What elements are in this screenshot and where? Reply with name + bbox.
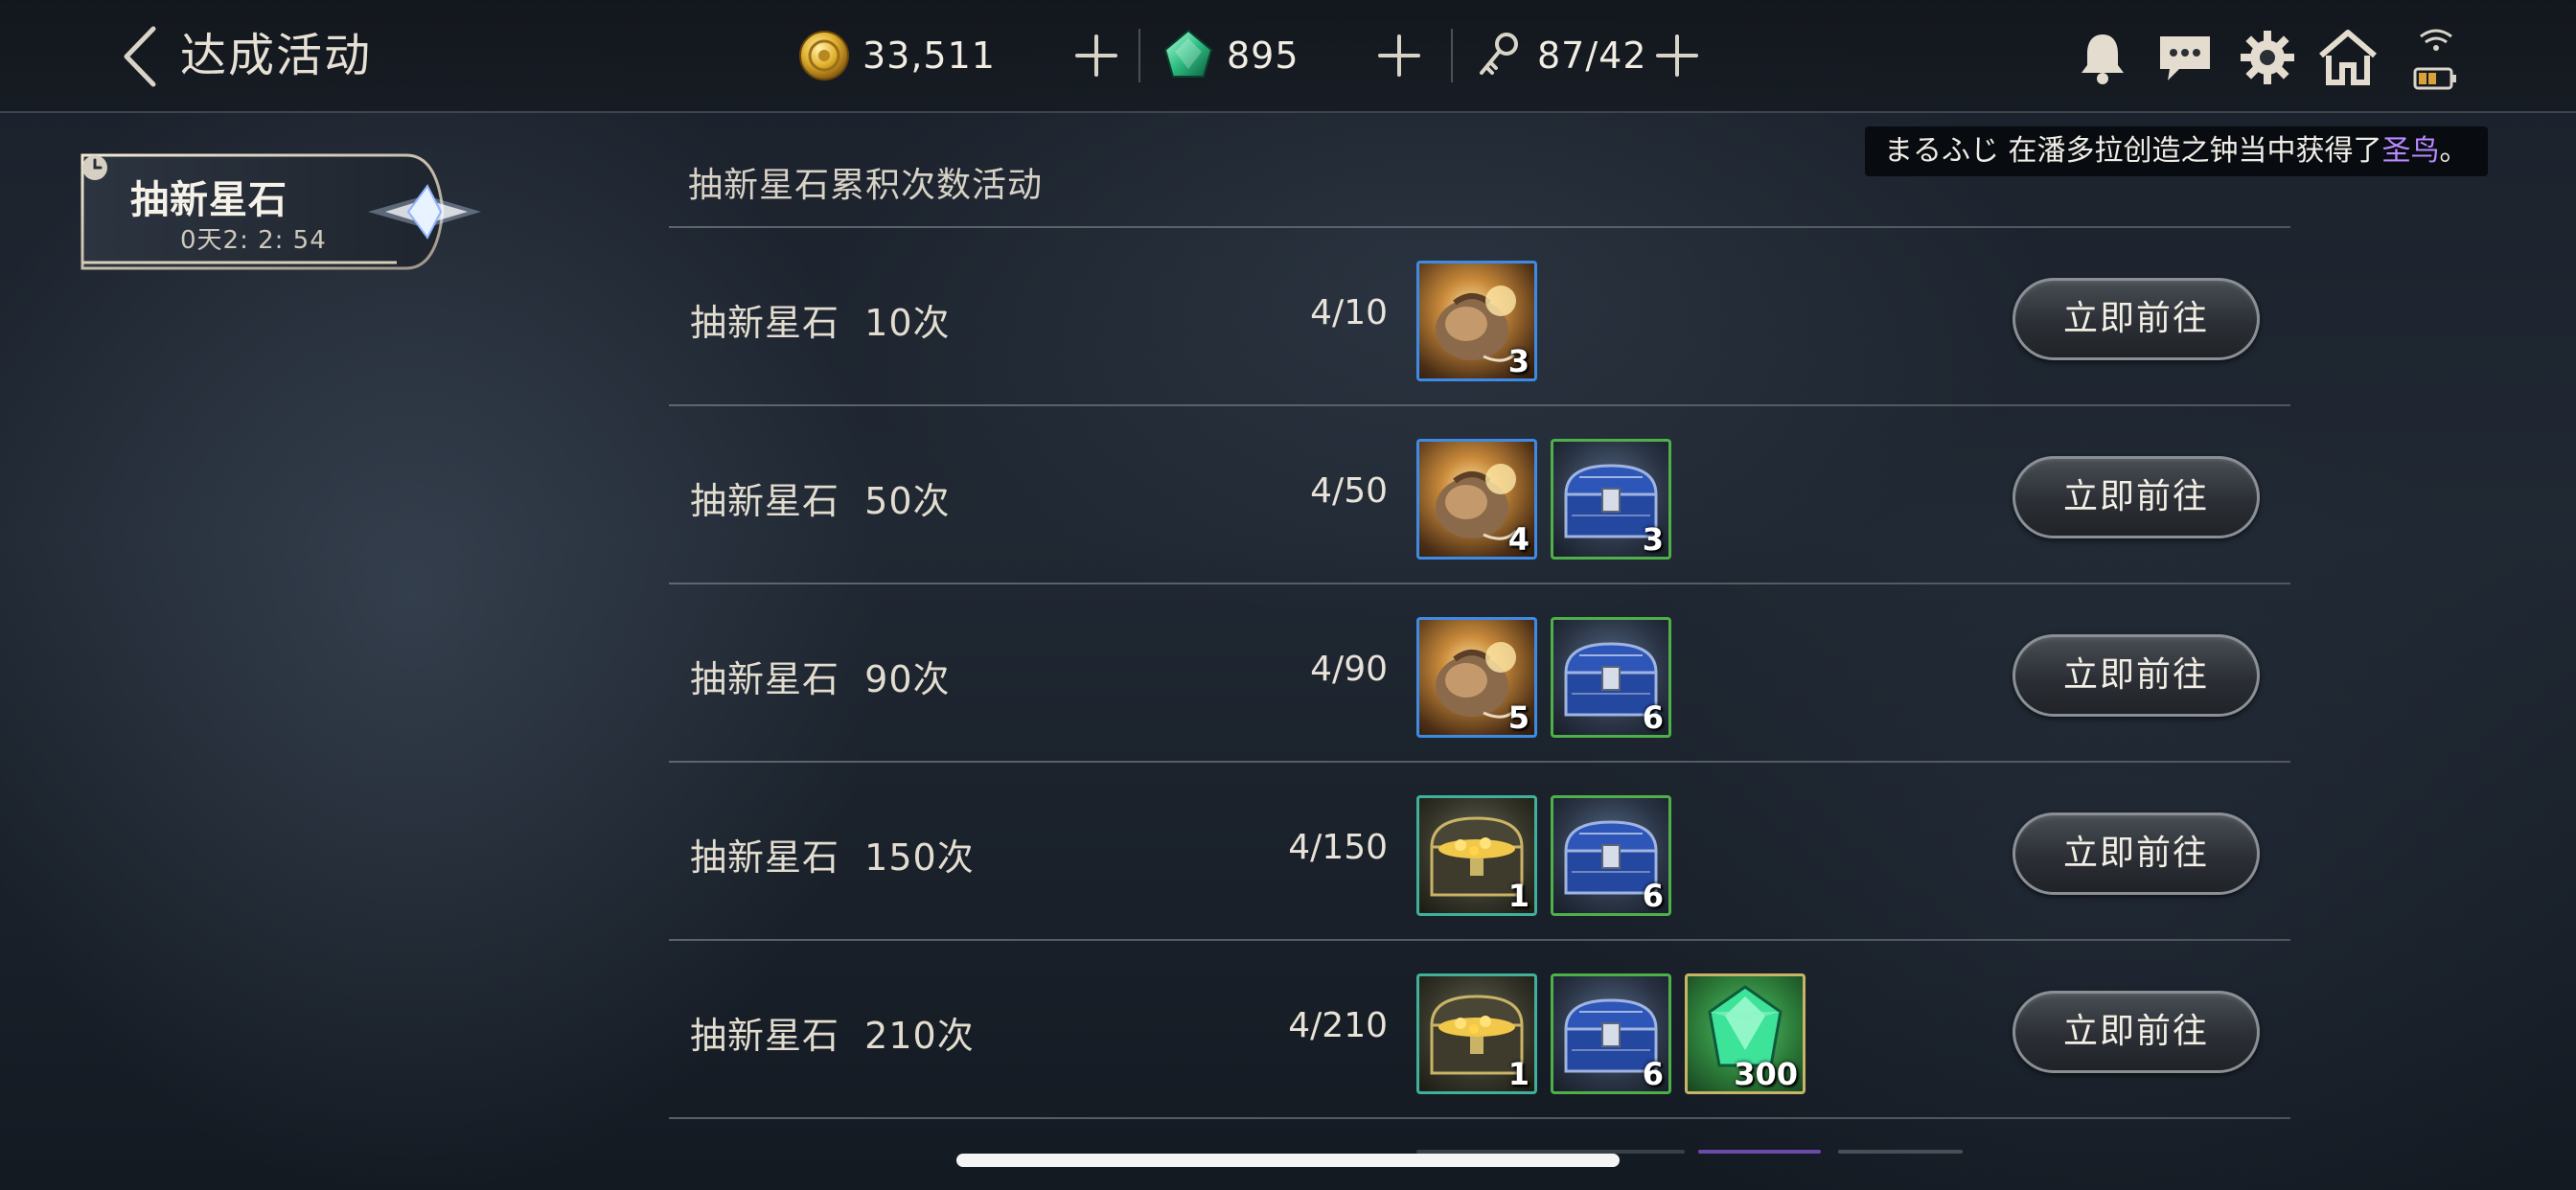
gold-amount: 33,511: [862, 34, 996, 77]
divider: [1451, 29, 1453, 82]
reward-list: 1 6 300: [1416, 973, 1806, 1100]
milestone-progress: 4/50: [1310, 471, 1388, 511]
sidebar-tab-active[interactable]: 抽新星石 0天2: 2: 54: [80, 153, 483, 272]
milestone-row: 抽新星石 90次 4/90 5 6 立即前往: [669, 584, 2290, 763]
reward-count: 4: [1507, 521, 1530, 558]
tab-timer: 0天2: 2: 54: [180, 226, 327, 255]
row-divider: [669, 1117, 2290, 1119]
plus-icon: [1075, 34, 1117, 77]
gem-counter: 895: [1162, 23, 1300, 88]
reward-list: 3: [1416, 261, 1537, 387]
reward-item[interactable]: 300: [1685, 973, 1806, 1094]
settings-button[interactable]: [2237, 27, 2298, 88]
top-bar: 达成活动 33,511 895 87/42: [0, 0, 2576, 113]
key-counter: 87/42: [1472, 23, 1647, 88]
wifi-battery-icon: [2413, 29, 2456, 90]
milestone-label: 抽新星石 150次: [690, 836, 975, 879]
milestone-label: 抽新星石 50次: [690, 480, 951, 522]
milestone-progress: 4/210: [1288, 1006, 1388, 1045]
gold-coin-icon: [799, 31, 849, 80]
milestone-row: 抽新星石 50次 4/50 4 3 立即前往: [669, 406, 2290, 584]
milestone-progress: 4/10: [1310, 293, 1388, 332]
reward-count: 1: [1507, 1056, 1530, 1092]
device-status: [2407, 23, 2465, 96]
star-crystal-icon: [368, 184, 481, 240]
go-now-button[interactable]: 立即前往: [2012, 634, 2260, 717]
back-button[interactable]: [115, 25, 172, 88]
reward-count: 300: [1734, 1056, 1798, 1092]
add-key-button[interactable]: [1648, 27, 1706, 84]
reward-list: 56: [1416, 617, 1671, 744]
key-amount: 87/42: [1537, 34, 1647, 77]
milestone-row: 抽新星石 150次 4/150 1 6 立即前往: [669, 763, 2290, 941]
divider: [1138, 29, 1140, 82]
reward-item[interactable]: 5: [1416, 617, 1537, 738]
reward-item[interactable]: 1: [1416, 795, 1537, 916]
gold-counter: 33,511: [797, 23, 996, 88]
reward-count: 6: [1642, 878, 1664, 914]
section-title: 抽新星石累积次数活动: [688, 166, 1044, 205]
reward-count: 5: [1507, 699, 1530, 736]
reward-count: 6: [1642, 699, 1664, 736]
milestone-row: 抽新星石 10次 4/10 3 立即前往: [669, 228, 2290, 406]
go-now-button[interactable]: 立即前往: [2012, 991, 2260, 1073]
broadcast-end: 。: [2439, 134, 2469, 168]
reward-list: 16: [1416, 795, 1671, 922]
broadcast-banner: まるふじ 在潘多拉创造之钟当中获得了圣鸟。: [1865, 126, 2488, 176]
bell-icon: [2082, 34, 2124, 84]
reward-item[interactable]: 6: [1551, 617, 1671, 738]
next-row-peek: [1698, 1150, 1821, 1154]
reward-item[interactable]: 1: [1416, 973, 1537, 1094]
plus-icon: [1378, 34, 1420, 77]
add-gem-button[interactable]: [1370, 27, 1428, 84]
next-row-peek: [1838, 1150, 1963, 1154]
page-title: 达成活动: [180, 29, 373, 82]
reward-item[interactable]: 4: [1416, 439, 1537, 560]
reward-item[interactable]: 3: [1551, 439, 1671, 560]
key-icon: [1480, 33, 1518, 75]
milestone-progress: 4/150: [1288, 828, 1388, 867]
plus-icon: [1656, 34, 1698, 77]
home-button[interactable]: [2317, 27, 2379, 88]
notification-button[interactable]: [2072, 27, 2133, 88]
reward-item[interactable]: 3: [1416, 261, 1537, 381]
add-gold-button[interactable]: [1068, 27, 1125, 84]
tab-title: 抽新星石: [130, 178, 288, 222]
broadcast-player: まるふじ: [1884, 134, 1999, 168]
reward-count: 3: [1507, 343, 1530, 379]
reward-count: 1: [1507, 878, 1530, 914]
home-icon: [2319, 30, 2377, 85]
go-now-button[interactable]: 立即前往: [2012, 278, 2260, 360]
milestone-label: 抽新星石 210次: [690, 1015, 975, 1057]
reward-list: 43: [1416, 439, 1671, 565]
green-gem-icon: [1163, 29, 1213, 78]
home-indicator[interactable]: [956, 1154, 1620, 1167]
chat-button[interactable]: [2154, 27, 2216, 88]
reward-item[interactable]: 6: [1551, 795, 1671, 916]
milestone-progress: 4/90: [1310, 650, 1388, 689]
broadcast-text: 在潘多拉创造之钟当中获得了: [2008, 134, 2382, 168]
milestone-label: 抽新星石 90次: [690, 658, 951, 700]
milestone-label: 抽新星石 10次: [690, 302, 951, 344]
go-now-button[interactable]: 立即前往: [2012, 456, 2260, 538]
chat-icon: [2160, 36, 2210, 80]
reward-count: 6: [1642, 1056, 1664, 1092]
gem-amount: 895: [1227, 34, 1300, 77]
go-now-button[interactable]: 立即前往: [2012, 812, 2260, 895]
reward-item[interactable]: 6: [1551, 973, 1671, 1094]
reward-count: 3: [1642, 521, 1664, 558]
clock-icon: [82, 155, 107, 180]
milestone-row: 抽新星石 210次 4/210 1 6 300 立即前往: [669, 941, 2290, 1119]
gear-icon: [2241, 31, 2294, 84]
chevron-left-icon: [124, 26, 156, 87]
broadcast-item: 圣鸟: [2381, 134, 2440, 168]
